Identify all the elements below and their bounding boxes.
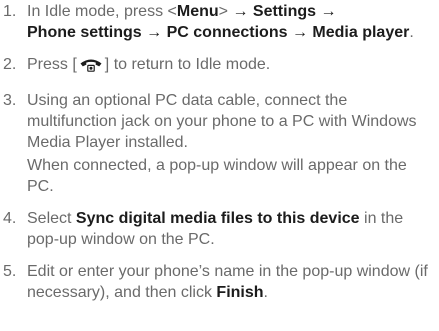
text-fragment: . <box>263 284 268 301</box>
step-number: 1. <box>3 3 17 20</box>
step-number: 4. <box>3 210 17 227</box>
text-fragment: ] to return to Idle mode. <box>104 56 271 73</box>
step-2: 2. Press [ ] to return to Idle mode. <box>0 54 439 79</box>
instruction-steps: 1. In Idle mode, press <Menu> → Settings… <box>0 1 439 303</box>
text-fragment: Press [ <box>27 56 77 73</box>
step-1: 1. In Idle mode, press <Menu> → Settings… <box>0 1 439 43</box>
finish-button-label: Finish <box>216 284 264 301</box>
step-5: 5. Edit or enter your phone’s name in th… <box>0 261 439 303</box>
step-number: 2. <box>3 56 17 73</box>
step-text: In Idle mode, press <Menu> → Settings → P… <box>27 1 435 43</box>
step-3: 3. Using an optional PC data cable, conn… <box>0 90 439 197</box>
menu-path-media-player: Media player <box>312 24 410 41</box>
text-fragment: Select <box>27 210 76 227</box>
step-note: When connected, a pop-up window will app… <box>27 157 407 195</box>
step-text: Press [ ] to return to Idle mode. <box>27 54 435 79</box>
step-text: Edit or enter your phone’s name in the p… <box>27 261 435 303</box>
menu-path-settings: Settings <box>252 3 317 20</box>
step-text: Using an optional PC data cable, connect… <box>27 92 417 151</box>
text-fragment: In Idle mode, press < <box>27 3 177 20</box>
menu-path-phone-settings: Phone settings <box>27 24 142 41</box>
step-4: 4. Select Sync digital media files to th… <box>0 208 439 250</box>
arrow-icon: → <box>320 3 337 20</box>
text-fragment: > <box>218 3 233 20</box>
step-text: Select Sync digital media files to this … <box>27 208 435 250</box>
step-number: 5. <box>3 263 17 280</box>
arrow-icon: → <box>146 24 163 41</box>
arrow-icon: → <box>232 3 249 20</box>
arrow-icon: → <box>291 24 308 41</box>
menu-key-label: Menu <box>176 3 219 20</box>
end-call-key-icon <box>78 57 104 79</box>
menu-path-pc-connections: PC connections <box>166 24 288 41</box>
sync-option-label: Sync digital media files to this device <box>75 210 360 227</box>
step-number: 3. <box>3 92 17 109</box>
text-fragment: . <box>409 24 414 41</box>
